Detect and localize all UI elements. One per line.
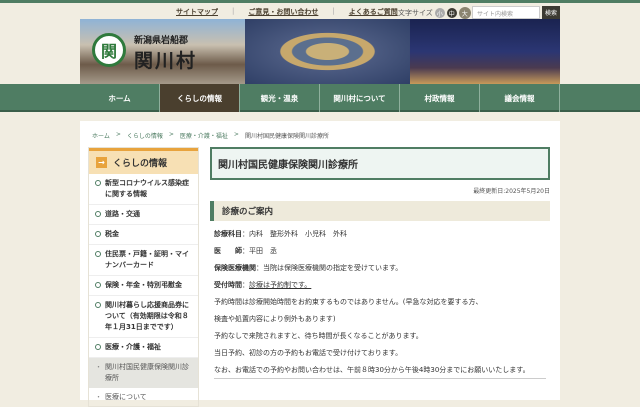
village-logo[interactable]: 関	[92, 33, 126, 67]
header-banner: 関 新潟県岩船郡 関川村	[80, 19, 560, 84]
sidebar-title: → くらしの情報	[89, 148, 198, 174]
paragraph: なお、お電話での予約やお問い合わせは、午前８時30分から午後4時30分までにお願…	[214, 366, 530, 374]
breadcrumb-medical[interactable]: 医療・介護・福祉	[180, 131, 228, 140]
contact-link[interactable]: ご意見・お問い合わせ	[248, 7, 318, 17]
sidebar-item-medical[interactable]: 医療・介護・福祉	[89, 338, 198, 358]
info-label: 診療科目	[214, 230, 242, 238]
global-nav: ホーム くらしの情報 観光・温泉 関川村について 村政情報 議会情報	[0, 84, 640, 112]
sidebar-subitem-medical-info[interactable]: 医療について	[89, 388, 198, 407]
section-body: 診療科目：内科 整形外科 小児科 外科 医 師：平田 丞 保険医療機関：当院は保…	[210, 221, 550, 379]
banner-photo-lanterns	[410, 19, 560, 84]
sidebar-item-covid[interactable]: 新型コロナウイルス感染症に関する情報	[89, 174, 198, 205]
banner-photo-festival	[245, 19, 410, 84]
breadcrumb-home[interactable]: ホーム	[92, 131, 110, 140]
divider	[214, 378, 546, 379]
breadcrumb-sep: >	[115, 131, 121, 138]
last-updated: 最終更新日:2025年5月20日	[473, 188, 550, 195]
info-row: 医 師：平田 丞	[214, 246, 546, 256]
sidebar: → くらしの情報 新型コロナウイルス感染症に関する情報 道路・交通 税金 住民票・…	[88, 147, 199, 407]
font-size-large[interactable]: 大	[458, 7, 471, 19]
info-value: ：内科 整形外科 小児科 外科	[242, 230, 347, 238]
breadcrumb-living[interactable]: くらしの情報	[127, 131, 163, 140]
breadcrumb-sep: >	[168, 131, 174, 138]
font-size-medium[interactable]: 中	[446, 8, 457, 18]
divider: |	[332, 7, 335, 15]
search-button[interactable]: 検索	[542, 6, 560, 19]
sidebar-title-text: くらしの情報	[113, 159, 168, 169]
section-heading: 診療のご案内	[210, 201, 550, 221]
paragraph: 予約なしで来院されますと、待ち時間が長くなることがあります。	[214, 332, 423, 340]
nav-tourism[interactable]: 観光・温泉	[240, 84, 320, 112]
prefecture-name: 新潟県岩船郡	[134, 36, 189, 46]
faq-link[interactable]: よくあるご質問	[349, 7, 398, 17]
main-content: 関川村国民健康保険関川診療所 最終更新日:2025年5月20日 診療のご案内 診…	[210, 147, 550, 379]
breadcrumb: ホーム > くらしの情報 > 医療・介護・福祉 > 関川村国民健康保険関川診療所	[92, 131, 329, 140]
sidebar-item-roads[interactable]: 道路・交通	[89, 205, 198, 225]
nav-administration[interactable]: 村政情報	[400, 84, 480, 112]
sidebar-subitem-clinic[interactable]: 関川村国民健康保険関川診療所	[89, 358, 198, 388]
nav-home[interactable]: ホーム	[80, 84, 160, 112]
info-value: ：当院は保険医療機関の指定を受けています。	[256, 264, 403, 272]
paragraph: 予約時間は診療開始時間をお約束するものではありません。(早急な対応を要する方、	[214, 298, 483, 306]
sidebar-item-voucher[interactable]: 関川村暮らし応援商品券について（有効期限は令和８年１月31日までです）	[89, 296, 198, 338]
info-label: 保険医療機関	[214, 264, 256, 272]
page-title: 関川村国民健康保険関川診療所	[210, 147, 550, 180]
nav-living[interactable]: くらしの情報	[160, 84, 240, 112]
breadcrumb-sep: >	[233, 131, 239, 138]
font-size-label: 文字サイズ	[398, 9, 433, 17]
info-row: 診療科目：内科 整形外科 小児科 外科	[214, 229, 546, 239]
content-area: ホーム > くらしの情報 > 医療・介護・福祉 > 関川村国民健康保険関川診療所 → く…	[80, 121, 560, 407]
paragraph: 当日予約、初診の方の予約もお電話で受け付けております。	[214, 349, 403, 357]
banner-photo-building: 関 新潟県岩船郡 関川村	[80, 19, 245, 84]
paragraph: 検査や処置内容により例外もあります)	[214, 315, 336, 323]
sitemap-link[interactable]: サイトマップ	[176, 7, 218, 17]
info-value: ：平田 丞	[242, 247, 277, 255]
sidebar-item-tax[interactable]: 税金	[89, 225, 198, 245]
nav-about[interactable]: 関川村について	[320, 84, 400, 112]
utility-bar: サイトマップ | ご意見・お問い合わせ | よくあるご質問 文字サイズ 小 中 大 …	[0, 0, 640, 19]
info-label: 受付時間	[214, 281, 242, 289]
info-row: 保険医療機関：当院は保険医療機関の指定を受けています。	[214, 263, 546, 273]
info-label: 医 師	[214, 247, 242, 255]
font-size-small[interactable]: 小	[434, 8, 445, 18]
sidebar-item-insurance[interactable]: 保険・年金・特別弔慰金	[89, 276, 198, 296]
arrow-right-icon: →	[96, 157, 107, 168]
reservation-note: 診療は予約制です。	[249, 281, 312, 289]
search-input[interactable]: サイト内検索	[472, 6, 540, 19]
sidebar-item-residency[interactable]: 住民票・戸籍・証明・マイナンバーカード	[89, 245, 198, 276]
breadcrumb-current: 関川村国民健康保険関川診療所	[244, 133, 329, 140]
info-row: 受付時間：診療は予約制です。	[214, 280, 546, 290]
font-size-control: 文字サイズ 小 中 大	[398, 7, 471, 19]
info-value: ：	[242, 281, 249, 289]
village-name[interactable]: 関川村	[134, 46, 197, 73]
divider: |	[232, 7, 235, 15]
nav-assembly[interactable]: 議会情報	[480, 84, 560, 112]
